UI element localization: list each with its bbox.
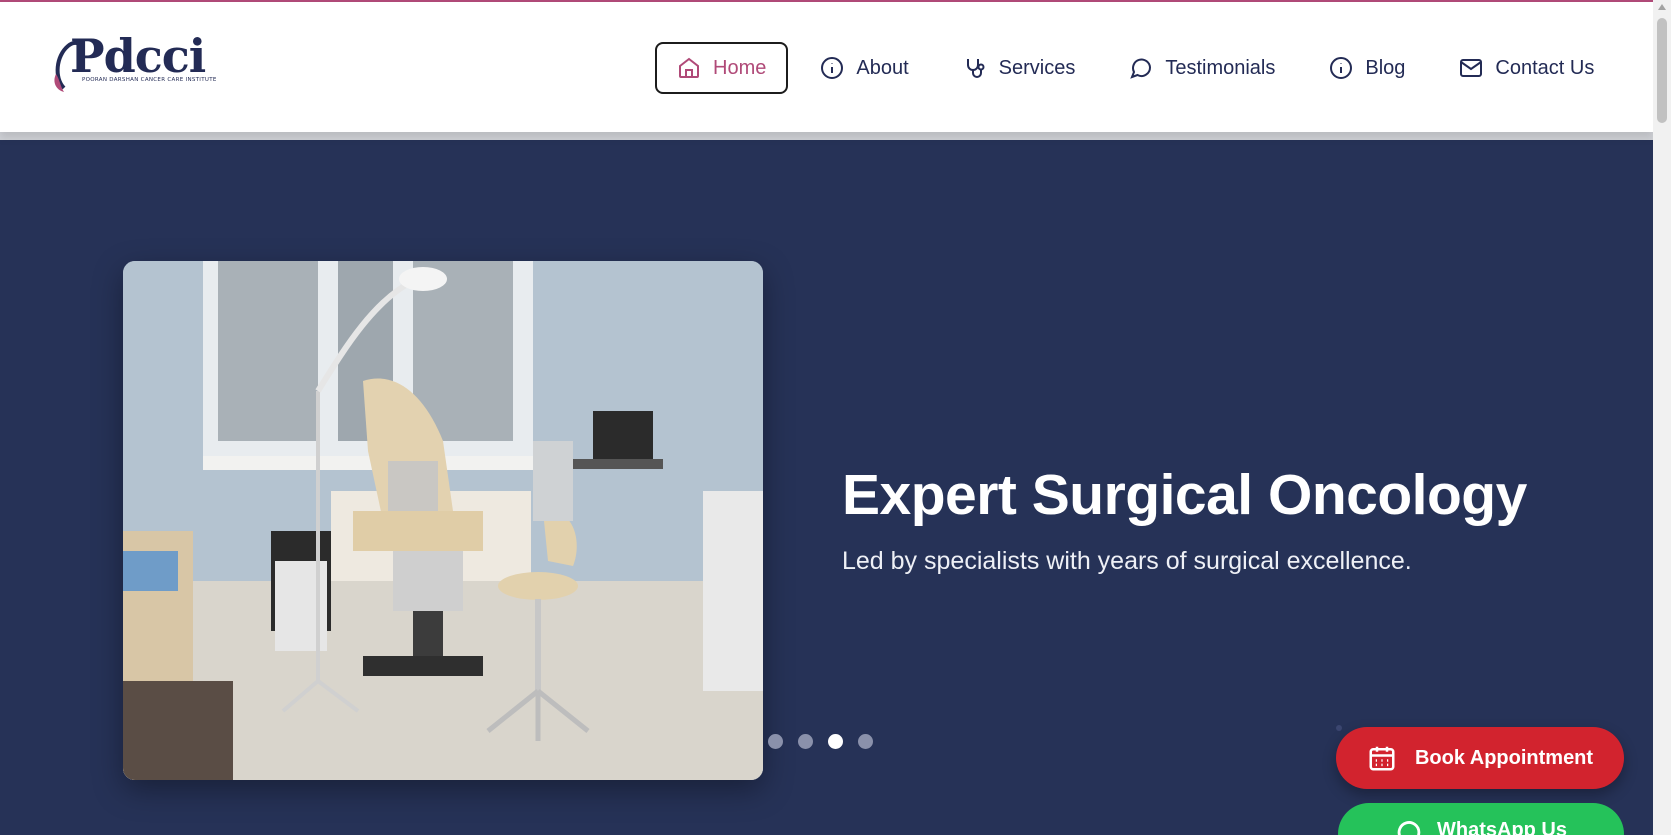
nav-item-testimonials[interactable]: Testimonials bbox=[1107, 42, 1297, 94]
exam-room-image bbox=[123, 261, 763, 780]
page-scrollbar[interactable] bbox=[1653, 0, 1671, 835]
site-header: Pdcci POORAN DARSHAN CANCER CARE INSTITU… bbox=[0, 2, 1653, 132]
hero-slide-image bbox=[123, 261, 763, 780]
carousel-dot-1[interactable] bbox=[768, 734, 783, 749]
nav-item-label: Home bbox=[713, 56, 767, 79]
header-shadow-divider bbox=[0, 132, 1653, 140]
carousel-dot-3[interactable] bbox=[828, 734, 843, 749]
calendar-icon bbox=[1369, 746, 1395, 771]
chat-bubble-icon bbox=[1130, 58, 1152, 79]
decorative-dot bbox=[1336, 725, 1342, 731]
info-icon bbox=[1330, 57, 1353, 79]
book-appointment-button[interactable]: Book Appointment bbox=[1336, 727, 1624, 789]
nav-item-label: Blog bbox=[1365, 56, 1406, 79]
mail-icon bbox=[1460, 59, 1483, 77]
nav-item-home[interactable]: Home bbox=[655, 42, 789, 94]
nav-item-contact[interactable]: Contact Us bbox=[1437, 42, 1616, 94]
stethoscope-icon bbox=[966, 59, 985, 78]
logo-tagline: POORAN DARSHAN CANCER CARE INSTITUTE bbox=[82, 77, 217, 83]
nav-item-label: About bbox=[856, 56, 909, 79]
whatsapp-button[interactable]: WhatsApp Us bbox=[1338, 803, 1624, 835]
nav-item-services[interactable]: Services bbox=[941, 42, 1098, 94]
nav-item-label: Contact Us bbox=[1495, 56, 1595, 79]
logo-wordmark: Pdcci bbox=[70, 29, 206, 83]
whatsapp-label: WhatsApp Us bbox=[1437, 819, 1567, 835]
book-appointment-label: Book Appointment bbox=[1414, 746, 1594, 769]
hero-title: Expert Surgical Oncology bbox=[842, 463, 1527, 527]
hero-subtitle: Led by specialists with years of surgica… bbox=[842, 547, 1412, 575]
scroll-up-arrow-icon[interactable] bbox=[1658, 4, 1666, 10]
nav-item-blog[interactable]: Blog bbox=[1307, 42, 1427, 94]
nav-item-label: Services bbox=[998, 56, 1076, 79]
home-icon bbox=[679, 57, 699, 78]
brand-logo[interactable]: Pdcci POORAN DARSHAN CANCER CARE INSTITU… bbox=[52, 29, 216, 94]
carousel-dots bbox=[768, 734, 888, 749]
main-nav: Home About Services Testimonials Blog Co… bbox=[655, 42, 1626, 94]
carousel-dot-2[interactable] bbox=[798, 734, 813, 749]
carousel-dot-4[interactable] bbox=[858, 734, 873, 749]
nav-item-label: Testimonials bbox=[1165, 56, 1276, 79]
whatsapp-icon bbox=[1397, 821, 1421, 835]
info-icon bbox=[821, 57, 844, 79]
nav-item-about[interactable]: About bbox=[798, 42, 930, 94]
scroll-thumb[interactable] bbox=[1657, 18, 1667, 123]
